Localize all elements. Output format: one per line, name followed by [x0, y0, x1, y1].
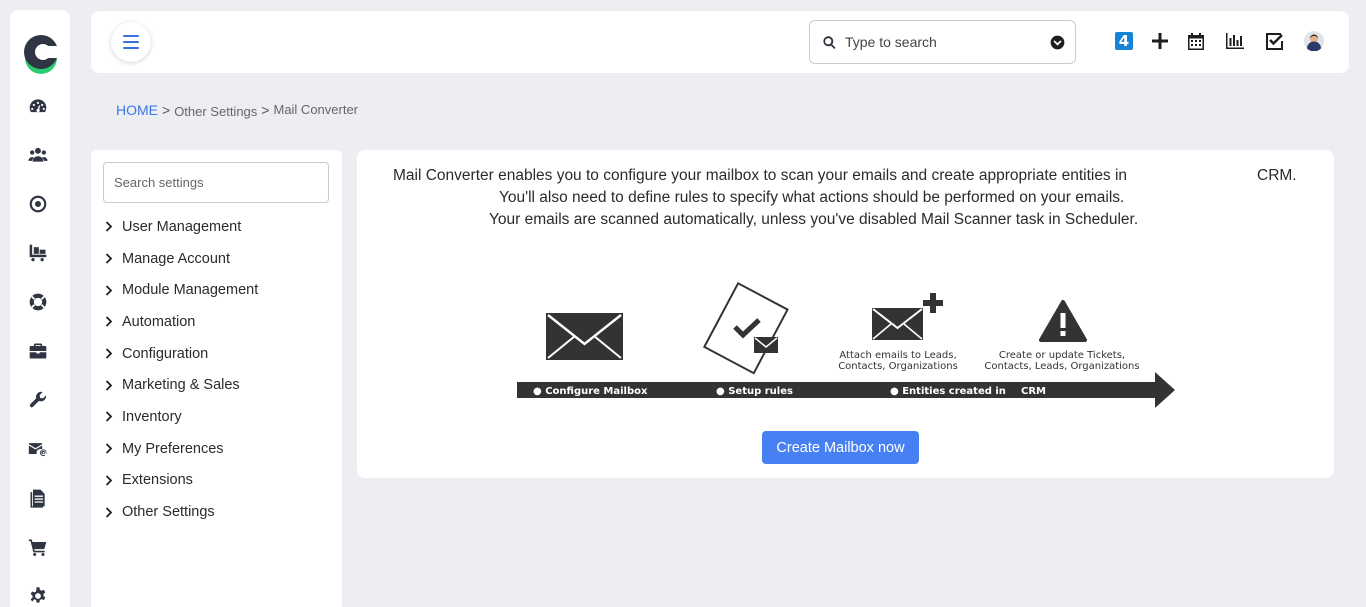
chevron-right-icon [105, 411, 115, 423]
settings-item-module-management[interactable]: Module Management [105, 274, 335, 306]
caption-create-line2: Contacts, Leads, Organizations [984, 361, 1139, 372]
description-crm: CRM. [1257, 167, 1297, 184]
breadcrumb-other-settings[interactable]: Other Settings [174, 104, 257, 119]
mail-converter-panel: Mail Converter enables you to configure … [357, 150, 1334, 478]
settings-item-label: Automation [122, 313, 196, 330]
breadcrumb-separator: > [261, 101, 270, 118]
step-entities-created: ● Entities created in [890, 386, 1006, 397]
chevron-right-icon [105, 221, 115, 232]
notifications-badge[interactable]: 4 [1113, 30, 1135, 52]
add-button[interactable] [1149, 30, 1171, 52]
description-line-3: Your emails are scanned automatically, u… [489, 211, 1139, 228]
caption-attach-line1: Attach emails to Leads, [839, 350, 956, 361]
plus-icon [1152, 33, 1168, 49]
top-bar: 4 [91, 11, 1349, 73]
caption-attach-line2: Contacts, Organizations [838, 361, 958, 372]
user-avatar[interactable] [1303, 30, 1325, 52]
chevron-right-icon [105, 475, 115, 486]
chevron-right-icon [105, 443, 115, 454]
contacts-icon[interactable] [26, 143, 50, 167]
step-crm: CRM [1021, 386, 1046, 397]
hamburger-menu-button[interactable] [111, 22, 151, 62]
settings-item-label: Other Settings [122, 504, 215, 521]
rules-check-icon [702, 281, 789, 375]
settings-item-label: User Management [122, 218, 242, 235]
checkbox-icon [1265, 32, 1283, 50]
settings-item-user-management[interactable]: User Management [105, 211, 335, 243]
chevron-right-icon [105, 348, 115, 359]
left-sidebar [10, 10, 70, 607]
global-search [809, 20, 1076, 64]
inventory-cart-icon[interactable] [26, 241, 50, 265]
workflow-diagram: Attach emails to Leads, Contacts, Organi… [517, 281, 1175, 408]
calendar-button[interactable] [1185, 30, 1207, 52]
create-mailbox-button[interactable]: Create Mailbox now [762, 431, 919, 464]
chevron-right-icon [105, 253, 115, 264]
settings-item-extensions[interactable]: Extensions [105, 465, 335, 497]
settings-menu: User Management Manage Account Module Ma… [105, 211, 335, 528]
document-icon[interactable] [26, 486, 50, 510]
settings-item-label: Extensions [122, 472, 193, 489]
settings-item-label: Configuration [122, 345, 209, 362]
settings-item-label: Inventory [122, 408, 182, 425]
tasks-button[interactable] [1263, 30, 1285, 52]
chevron-right-icon [105, 380, 115, 391]
description-line-2: You'll also need to define rules to spec… [499, 189, 1125, 206]
workflow-arrow-head [1155, 372, 1175, 408]
settings-item-manage-account[interactable]: Manage Account [105, 243, 335, 275]
warning-icon [1039, 300, 1087, 342]
badge-count: 4 [1118, 32, 1130, 50]
breadcrumb-separator: > [162, 101, 171, 118]
chevron-down-circle-icon[interactable] [1050, 35, 1065, 50]
settings-panel: User Management Manage Account Module Ma… [91, 150, 342, 607]
hamburger-icon [123, 33, 139, 51]
settings-item-my-preferences[interactable]: My Preferences [105, 433, 335, 465]
settings-item-inventory[interactable]: Inventory [105, 401, 335, 433]
reports-button[interactable] [1224, 30, 1246, 52]
bar-chart-icon [1226, 33, 1244, 49]
gear-icon[interactable] [26, 584, 50, 607]
settings-item-label: My Preferences [122, 440, 224, 457]
chevron-right-icon [105, 316, 115, 328]
chevron-right-icon [105, 285, 115, 296]
search-icon [823, 35, 836, 49]
settings-item-configuration[interactable]: Configuration [105, 338, 335, 370]
lifebuoy-icon[interactable] [26, 290, 50, 314]
step-setup-rules: ● Setup rules [716, 386, 793, 397]
caption-create-line1: Create or update Tickets, [999, 350, 1125, 361]
email-at-icon[interactable] [26, 437, 50, 461]
breadcrumb: HOME > Other Settings > Mail Converter [116, 100, 359, 120]
settings-item-marketing-sales[interactable]: Marketing & Sales [105, 369, 335, 401]
breadcrumb-current: Mail Converter [273, 102, 359, 117]
wrench-icon[interactable] [26, 388, 50, 412]
settings-search-input[interactable] [103, 162, 329, 203]
avatar-icon [1304, 31, 1324, 51]
breadcrumb-home[interactable]: HOME [116, 102, 158, 118]
global-search-input[interactable] [845, 34, 1050, 50]
envelope-plus-icon [872, 293, 943, 340]
briefcase-icon[interactable] [26, 339, 50, 363]
description-line-1: Mail Converter enables you to configure … [393, 167, 1128, 184]
settings-item-automation[interactable]: Automation [105, 306, 335, 338]
chevron-right-icon [105, 506, 115, 518]
calendar-icon [1188, 32, 1204, 50]
step-configure-mailbox: ● Configure Mailbox [533, 386, 648, 397]
settings-item-other-settings[interactable]: Other Settings [105, 496, 335, 528]
settings-item-label: Marketing & Sales [122, 377, 240, 394]
dashboard-icon[interactable] [26, 94, 50, 118]
envelope-icon [546, 313, 623, 360]
settings-item-label: Manage Account [122, 250, 231, 267]
settings-item-label: Module Management [122, 282, 259, 299]
app-logo[interactable] [22, 28, 60, 78]
target-icon[interactable] [26, 192, 50, 216]
shopping-cart-icon[interactable] [26, 535, 50, 559]
